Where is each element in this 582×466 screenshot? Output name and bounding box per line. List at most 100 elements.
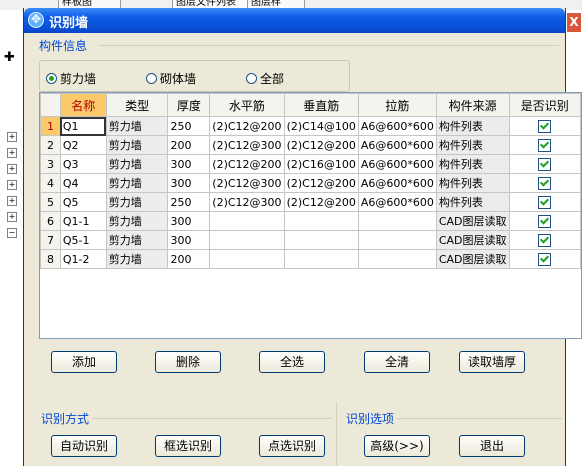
cell-name[interactable]: Q1-2 <box>59 249 107 269</box>
checkbox-checked-icon[interactable] <box>538 214 552 228</box>
cell-thickness[interactable]: 250 <box>167 116 211 136</box>
dialog-titlebar[interactable]: ✥ 识别墙 <box>24 8 565 33</box>
cell-type[interactable]: 剪力墙 <box>105 173 169 193</box>
cell-horizontal-rebar[interactable]: (2)C12@300 <box>209 135 285 155</box>
cell-tie-rebar[interactable] <box>357 230 437 250</box>
cell-thickness[interactable]: 250 <box>167 192 211 212</box>
table-row[interactable]: 6 Q1-1 剪力墙 300 CAD图层读取 <box>40 211 581 231</box>
cell-tie-rebar[interactable]: A6@600*600 <box>357 192 437 212</box>
cell-type[interactable]: 剪力墙 <box>105 154 169 174</box>
cell-horizontal-rebar[interactable] <box>209 230 285 250</box>
cell-name[interactable]: Q5-1 <box>59 230 107 250</box>
tree-expand-icon[interactable]: + <box>7 164 17 174</box>
cell-thickness[interactable]: 200 <box>167 135 211 155</box>
cell-tie-rebar[interactable] <box>357 249 437 269</box>
header-horizontal-rebar[interactable]: 水平筋 <box>209 93 285 117</box>
delete-button[interactable]: 删除 <box>155 351 221 373</box>
row-number[interactable]: 3 <box>40 154 61 174</box>
row-number[interactable]: 7 <box>40 230 61 250</box>
cell-source[interactable]: 构件列表 <box>435 192 510 212</box>
row-number[interactable]: 8 <box>40 249 61 269</box>
cell-name[interactable]: Q1 <box>59 116 107 136</box>
table-row[interactable]: 1 Q1 剪力墙 250 (2)C12@200 (2)C14@100 A6@600*600 构… <box>40 116 581 136</box>
cell-thickness[interactable]: 300 <box>167 230 211 250</box>
advanced-button[interactable]: 高级(>>) <box>364 435 430 457</box>
cell-type[interactable]: 剪力墙 <box>105 211 169 231</box>
cell-type[interactable]: 剪力墙 <box>105 116 169 136</box>
table-row[interactable]: 8 Q1-2 剪力墙 200 CAD图层读取 <box>40 249 581 269</box>
radio-unselected-icon[interactable] <box>246 73 257 84</box>
cell-type[interactable]: 剪力墙 <box>105 230 169 250</box>
table-row[interactable]: 4 Q4 剪力墙 300 (2)C12@300 (2)C12@200 A6@600*600 构… <box>40 173 581 193</box>
cell-vertical-rebar[interactable]: (2)C12@200 <box>283 135 359 155</box>
cell-name[interactable]: Q4 <box>59 173 107 193</box>
tree-expand-icon[interactable]: + <box>7 196 17 206</box>
radio-unselected-icon[interactable] <box>146 73 157 84</box>
cell-tie-rebar[interactable] <box>357 211 437 231</box>
table-row[interactable]: 7 Q5-1 剪力墙 300 CAD图层读取 <box>40 230 581 250</box>
radio-selected-icon[interactable] <box>46 73 57 84</box>
table-row[interactable]: 3 Q3 剪力墙 300 (2)C12@200 (2)C16@100 A6@600*600 构… <box>40 154 581 174</box>
row-number[interactable]: 4 <box>40 173 61 193</box>
cell-horizontal-rebar[interactable] <box>209 211 285 231</box>
cell-thickness[interactable]: 300 <box>167 154 211 174</box>
cell-type[interactable]: 剪力墙 <box>105 135 169 155</box>
cell-thickness[interactable]: 300 <box>167 173 211 193</box>
auto-recognize-button[interactable]: 自动识别 <box>51 435 117 457</box>
cell-horizontal-rebar[interactable]: (2)C12@300 <box>209 192 285 212</box>
radio-shear-wall[interactable]: 剪力墙 <box>46 70 96 87</box>
header-recognize[interactable]: 是否识别 <box>508 93 581 117</box>
cell-vertical-rebar[interactable] <box>283 230 359 250</box>
cell-horizontal-rebar[interactable]: (2)C12@200 <box>209 116 285 136</box>
add-button[interactable]: 添加 <box>51 351 117 373</box>
cell-source[interactable]: CAD图层读取 <box>435 211 510 231</box>
row-number[interactable]: 5 <box>40 192 61 212</box>
header-thickness[interactable]: 厚度 <box>167 93 211 117</box>
cell-thickness[interactable]: 300 <box>167 211 211 231</box>
checkbox-checked-icon[interactable] <box>538 233 552 247</box>
checkbox-checked-icon[interactable] <box>538 157 552 171</box>
cell-vertical-rebar[interactable]: (2)C12@200 <box>283 173 359 193</box>
tree-expand-icon[interactable]: + <box>7 212 17 222</box>
cell-vertical-rebar[interactable] <box>283 211 359 231</box>
tree-expand-icon[interactable]: + <box>7 148 17 158</box>
cell-horizontal-rebar[interactable]: (2)C12@300 <box>209 173 285 193</box>
header-type[interactable]: 类型 <box>105 93 169 117</box>
select-all-button[interactable]: 全选 <box>259 351 325 373</box>
row-number[interactable]: 2 <box>40 135 61 155</box>
checkbox-checked-icon[interactable] <box>538 252 552 266</box>
header-source[interactable]: 构件来源 <box>435 93 510 117</box>
checkbox-checked-icon[interactable] <box>538 176 552 190</box>
tree-collapse-icon[interactable]: − <box>7 228 17 238</box>
tree-expand-icon[interactable]: + <box>7 132 17 142</box>
radio-all[interactable]: 全部 <box>246 70 284 87</box>
clear-all-button[interactable]: 全清 <box>364 351 430 373</box>
point-select-recognize-button[interactable]: 点选识别 <box>259 435 325 457</box>
cell-tie-rebar[interactable]: A6@600*600 <box>357 135 437 155</box>
table-row[interactable]: 5 Q5 剪力墙 250 (2)C12@300 (2)C12@200 A6@600*600 构… <box>40 192 581 212</box>
cell-tie-rebar[interactable]: A6@600*600 <box>357 154 437 174</box>
cell-thickness[interactable]: 200 <box>167 249 211 269</box>
cell-source[interactable]: CAD图层读取 <box>435 249 510 269</box>
cell-horizontal-rebar[interactable] <box>209 249 285 269</box>
cell-source[interactable]: 构件列表 <box>435 135 510 155</box>
cell-source[interactable]: 构件列表 <box>435 173 510 193</box>
close-button[interactable]: X <box>566 12 582 33</box>
header-tie-rebar[interactable]: 拉筋 <box>357 93 437 117</box>
radio-masonry-wall[interactable]: 砌体墙 <box>146 70 196 87</box>
checkbox-checked-icon[interactable] <box>538 195 552 209</box>
cell-name[interactable]: Q2 <box>59 135 107 155</box>
cell-horizontal-rebar[interactable]: (2)C12@200 <box>209 154 285 174</box>
cell-name[interactable]: Q3 <box>59 154 107 174</box>
cell-name[interactable]: Q5 <box>59 192 107 212</box>
read-thickness-button[interactable]: 读取墙厚 <box>459 351 525 373</box>
cell-source[interactable]: 构件列表 <box>435 116 510 136</box>
wall-list-grid[interactable]: 名称 类型 厚度 水平筋 垂直筋 拉筋 构件来源 是否识别 1 Q1 剪力墙 250(… <box>39 92 582 339</box>
checkbox-checked-icon[interactable] <box>538 138 552 152</box>
table-row[interactable]: 2 Q2 剪力墙 200 (2)C12@300 (2)C12@200 A6@600*600 构… <box>40 135 581 155</box>
cell-vertical-rebar[interactable]: (2)C14@100 <box>283 116 359 136</box>
row-number[interactable]: 6 <box>40 211 61 231</box>
cell-vertical-rebar[interactable]: (2)C12@200 <box>283 192 359 212</box>
cell-source[interactable]: 构件列表 <box>435 154 510 174</box>
cell-tie-rebar[interactable]: A6@600*600 <box>357 173 437 193</box>
